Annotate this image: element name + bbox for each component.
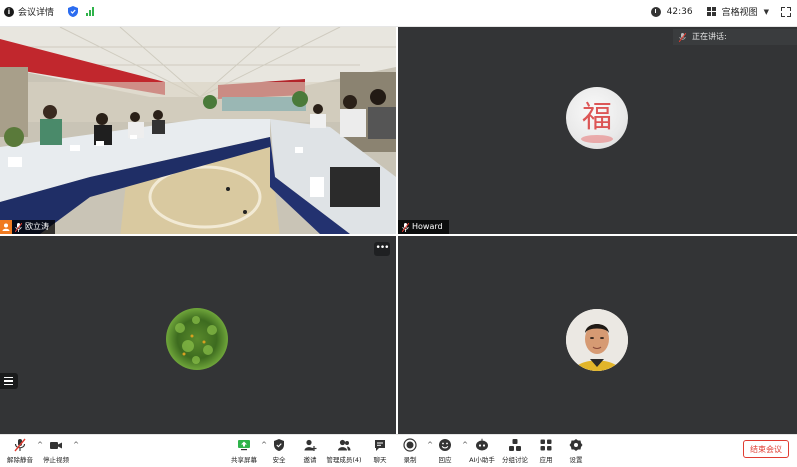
breakout-label: 分组讨论 bbox=[502, 456, 528, 464]
meeting-window: i 会议详情 42:36 宫格视图 ▼ 欧立涛 正在讲话: 福 Howard •… bbox=[0, 0, 797, 467]
top-right-controls: 42:36 宫格视图 ▼ bbox=[650, 5, 791, 18]
participant-name-tag: 欧立涛 bbox=[0, 220, 55, 234]
meeting-info-label[interactable]: 会议详情 bbox=[18, 5, 54, 18]
settings-button[interactable]: 设置 bbox=[558, 437, 594, 465]
ai-assistant-icon bbox=[476, 438, 488, 451]
chevron-down-icon[interactable]: ▼ bbox=[764, 8, 769, 16]
shield-icon bbox=[274, 439, 284, 451]
host-icon bbox=[0, 220, 12, 234]
svg-text:福: 福 bbox=[582, 100, 612, 135]
security-label: 安全 bbox=[272, 456, 286, 464]
unmute-button[interactable]: 解除静音 ^ bbox=[2, 437, 43, 465]
fullscreen-icon[interactable] bbox=[781, 6, 791, 17]
invite-button[interactable]: 邀请 bbox=[292, 437, 328, 465]
emoji-icon bbox=[439, 439, 451, 451]
react-button[interactable]: 回应 ^ bbox=[427, 437, 468, 465]
invite-label: 邀请 bbox=[303, 456, 317, 464]
share-screen-button[interactable]: 共享屏幕 ^ bbox=[226, 437, 267, 465]
mic-icon bbox=[679, 32, 686, 42]
video-grid: 欧立涛 正在讲话: 福 Howard ••• bbox=[0, 27, 797, 434]
shield-icon[interactable] bbox=[68, 6, 79, 17]
network-signal-icon[interactable] bbox=[86, 7, 95, 16]
gear-icon bbox=[569, 439, 583, 451]
unmute-label: 解除静音 bbox=[7, 456, 33, 464]
info-icon[interactable]: i bbox=[4, 6, 14, 17]
settings-label: 设置 bbox=[569, 456, 583, 464]
video-tile-2[interactable]: 正在讲话: 福 Howard bbox=[398, 27, 797, 234]
avatar bbox=[166, 308, 228, 370]
ai-assistant-button[interactable]: AI小助手 bbox=[464, 437, 500, 465]
speaking-label: 正在讲话: bbox=[692, 32, 727, 41]
video-camera-icon bbox=[50, 442, 62, 449]
share-screen-icon bbox=[238, 440, 250, 451]
participant-name: 欧立涛 bbox=[25, 222, 49, 231]
video-tile-3[interactable]: ••• bbox=[0, 236, 396, 434]
stop-video-button[interactable]: 停止视频 ^ bbox=[38, 437, 79, 465]
mic-muted-icon bbox=[15, 222, 22, 232]
participant-list-toggle[interactable] bbox=[0, 373, 18, 389]
mic-muted-icon bbox=[402, 222, 409, 232]
manage-members-button[interactable]: 管理成员(4) bbox=[326, 437, 362, 465]
ai-assistant-label: AI小助手 bbox=[469, 456, 495, 464]
meeting-duration: 42:36 bbox=[666, 6, 693, 17]
breakout-rooms-icon bbox=[509, 439, 521, 451]
participant-name: Howard bbox=[412, 222, 443, 231]
more-options-button[interactable]: ••• bbox=[374, 242, 390, 256]
video-tile-1[interactable]: 欧立涛 bbox=[0, 27, 396, 234]
record-button[interactable]: 录制 ^ bbox=[392, 437, 433, 465]
grid-view-icon[interactable] bbox=[706, 7, 716, 16]
apps-grid-icon bbox=[540, 439, 552, 451]
meeting-info-area[interactable]: i 会议详情 bbox=[4, 5, 95, 18]
manage-members-label: 管理成员(4) bbox=[326, 456, 362, 464]
record-icon bbox=[403, 438, 417, 452]
chat-label: 聊天 bbox=[373, 456, 387, 464]
share-screen-label: 共享屏幕 bbox=[231, 456, 257, 464]
add-user-icon bbox=[304, 439, 317, 451]
record-label: 录制 bbox=[403, 456, 417, 464]
avatar: 福 bbox=[566, 87, 628, 149]
clock-icon bbox=[650, 6, 661, 17]
conference-room-video bbox=[0, 27, 396, 234]
end-meeting-button[interactable]: 结束会议 bbox=[743, 440, 789, 458]
mic-muted-icon bbox=[14, 438, 26, 452]
participant-name-tag: Howard bbox=[398, 220, 449, 234]
chevron-up-icon[interactable]: ^ bbox=[73, 441, 79, 449]
video-tile-4[interactable] bbox=[398, 236, 797, 434]
react-label: 回应 bbox=[438, 456, 452, 464]
top-bar: i 会议详情 42:36 宫格视图 ▼ bbox=[0, 0, 797, 27]
bottom-toolbar: 解除静音 ^ 停止视频 ^ 共享屏幕 ^ 安全 邀请 管理成员(4) 聊天 录制… bbox=[0, 434, 797, 467]
chat-icon bbox=[375, 440, 385, 451]
speaking-indicator: 正在讲话: bbox=[673, 29, 797, 45]
stop-video-label: 停止视频 bbox=[43, 456, 69, 464]
apps-label: 应用 bbox=[539, 456, 553, 464]
members-icon bbox=[338, 439, 351, 451]
view-mode-button[interactable]: 宫格视图 bbox=[722, 5, 758, 18]
avatar bbox=[566, 309, 628, 371]
